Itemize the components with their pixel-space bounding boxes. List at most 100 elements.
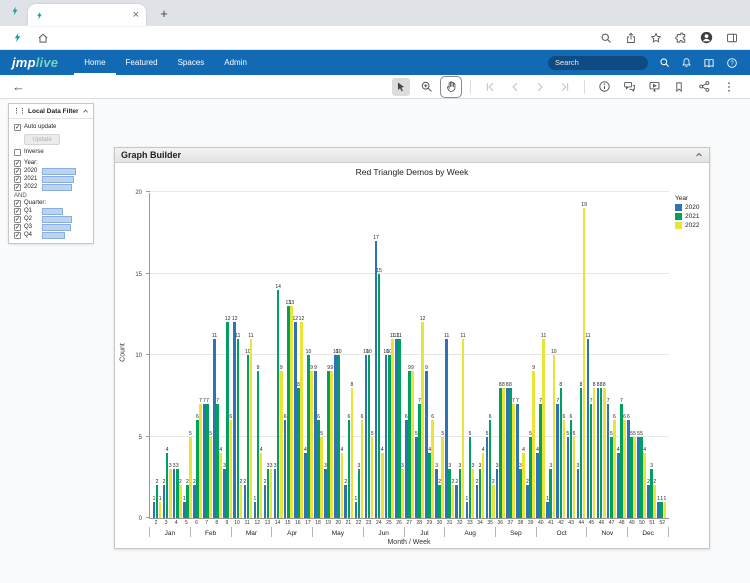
bar[interactable]: 6: [563, 420, 566, 518]
bar[interactable]: 4: [341, 453, 344, 518]
nav-item-spaces[interactable]: Spaces: [168, 50, 215, 75]
bar[interactable]: 9: [310, 371, 313, 518]
zoom-in-icon[interactable]: [417, 78, 435, 96]
filter-item-checkbox[interactable]: ✓: [14, 208, 21, 215]
chevron-up-icon[interactable]: [82, 108, 89, 115]
bar[interactable]: 2: [452, 485, 455, 518]
bar[interactable]: 11: [391, 339, 394, 518]
filter-group-header[interactable]: ✓Quarter:: [14, 199, 88, 207]
bar[interactable]: 8: [603, 388, 606, 518]
inverse-checkbox[interactable]: [14, 149, 21, 156]
bar[interactable]: 6: [361, 420, 364, 518]
bar[interactable]: 11: [250, 339, 253, 518]
filter-item-checkbox[interactable]: ✓: [14, 232, 21, 239]
bar[interactable]: 13: [290, 306, 293, 518]
bar[interactable]: 6: [230, 420, 233, 518]
previous-page-icon[interactable]: [506, 78, 524, 96]
bar[interactable]: 2: [240, 485, 243, 518]
filter-item-bar[interactable]: [42, 208, 63, 215]
browser-tab[interactable]: ×: [28, 4, 146, 26]
filter-item-checkbox[interactable]: ✓: [14, 224, 21, 231]
bar[interactable]: 4: [381, 453, 384, 518]
next-page-icon[interactable]: [531, 78, 549, 96]
bar[interactable]: 4: [260, 453, 263, 518]
comments-icon[interactable]: [620, 78, 638, 96]
filter-item-bar[interactable]: [42, 224, 71, 231]
share-icon[interactable]: [625, 32, 637, 44]
info-icon[interactable]: [595, 78, 613, 96]
graph-builder-header[interactable]: Graph Builder: [115, 148, 709, 163]
filter-item-bar[interactable]: [42, 232, 65, 239]
filter-panel-header[interactable]: ⋮⋮ Local Data Filter: [9, 104, 93, 119]
filter-item-bar[interactable]: [42, 216, 72, 223]
bar[interactable]: 1: [664, 502, 667, 518]
bookmark-icon[interactable]: [670, 78, 688, 96]
search-input[interactable]: [555, 58, 641, 67]
last-page-icon[interactable]: [556, 78, 574, 96]
grab-hand-icon[interactable]: [442, 78, 460, 96]
legend-entry[interactable]: 2022: [675, 222, 699, 229]
filter-item-checkbox[interactable]: ✓: [14, 176, 21, 183]
bar[interactable]: 9: [532, 371, 535, 518]
bar[interactable]: 5: [441, 437, 444, 519]
bar[interactable]: 12: [421, 322, 424, 518]
search-icon[interactable]: [600, 32, 612, 44]
bar[interactable]: 5: [633, 437, 636, 519]
bar[interactable]: 8: [502, 388, 505, 518]
bar[interactable]: 8: [351, 388, 354, 518]
bar[interactable]: 5: [209, 437, 212, 519]
nav-item-admin[interactable]: Admin: [214, 50, 257, 75]
sidebar-panel-icon[interactable]: [726, 32, 738, 44]
bar[interactable]: 3: [169, 469, 172, 518]
filter-item-row[interactable]: ✓Q2: [14, 215, 88, 223]
filter-item-row[interactable]: ✓2021: [14, 175, 88, 183]
share-nodes-icon[interactable]: [695, 78, 713, 96]
bar[interactable]: 9: [280, 371, 283, 518]
tab-close-icon[interactable]: ×: [133, 9, 139, 21]
bar[interactable]: 11: [542, 339, 545, 518]
chart-plot[interactable]: 1212433321252677751174312612112210111942…: [149, 193, 669, 519]
nav-item-home[interactable]: Home: [74, 50, 115, 75]
selection-tool-icon[interactable]: [392, 78, 410, 96]
bar[interactable]: 19: [583, 208, 586, 518]
filter-item-bar[interactable]: [42, 176, 74, 183]
library-book-icon[interactable]: [703, 57, 715, 69]
bar[interactable]: 5: [371, 437, 374, 519]
bar[interactable]: 6: [613, 420, 616, 518]
extensions-icon[interactable]: [675, 32, 687, 44]
bar[interactable]: 5: [189, 437, 192, 519]
bar[interactable]: 5: [320, 437, 323, 519]
present-icon[interactable]: [645, 78, 663, 96]
new-tab-button[interactable]: +: [156, 6, 172, 22]
legend-entry[interactable]: 2020: [675, 204, 699, 211]
bar[interactable]: 3: [472, 469, 475, 518]
bar[interactable]: 9: [330, 371, 333, 518]
filter-group-header[interactable]: ✓Year:: [14, 159, 88, 167]
app-logo[interactable]: jmplive: [12, 55, 58, 70]
filter-item-bar[interactable]: [42, 184, 72, 191]
chevron-up-icon[interactable]: [695, 151, 703, 159]
more-dots-icon[interactable]: [720, 78, 738, 96]
header-search[interactable]: [548, 56, 648, 70]
bar[interactable]: 4: [219, 453, 222, 518]
bar[interactable]: 1: [159, 502, 162, 518]
bar[interactable]: 5: [573, 437, 576, 519]
bar[interactable]: 2: [179, 485, 182, 518]
filter-item-checkbox[interactable]: ✓: [14, 216, 21, 223]
filter-group-checkbox[interactable]: ✓: [14, 200, 21, 207]
filter-item-row[interactable]: ✓Q1: [14, 207, 88, 215]
filter-group-checkbox[interactable]: ✓: [14, 160, 21, 167]
auto-update-row[interactable]: ✓ Auto update: [14, 123, 88, 131]
nav-item-featured[interactable]: Featured: [116, 50, 168, 75]
bar[interactable]: 6: [623, 420, 626, 518]
bar[interactable]: 3: [401, 469, 404, 518]
update-button[interactable]: Update: [24, 134, 60, 145]
search-icon[interactable]: [659, 57, 670, 68]
bar[interactable]: 9: [411, 371, 414, 518]
filter-item-checkbox[interactable]: ✓: [14, 184, 21, 191]
jmp-logo-icon[interactable]: [12, 32, 23, 43]
home-icon[interactable]: [37, 32, 49, 44]
bar[interactable]: 10: [553, 355, 556, 518]
help-icon[interactable]: ?: [726, 57, 738, 69]
bar[interactable]: 3: [270, 469, 273, 518]
